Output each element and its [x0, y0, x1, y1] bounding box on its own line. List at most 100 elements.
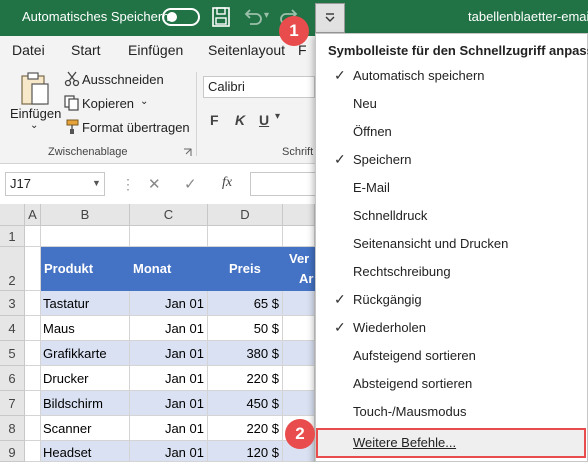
- table-cell-produkt[interactable]: Scanner: [41, 416, 130, 441]
- table-cell-monat[interactable]: Jan 01: [130, 366, 208, 391]
- table-cell-monat[interactable]: Jan 01: [130, 341, 208, 366]
- row-header[interactable]: 1: [0, 226, 25, 247]
- table-cell-produkt[interactable]: Drucker: [41, 366, 130, 391]
- menu-item[interactable]: ✓ Speichern: [316, 146, 587, 174]
- autosave-toggle[interactable]: [162, 8, 200, 26]
- font-name-box[interactable]: Calibri: [203, 76, 315, 98]
- menu-item[interactable]: Neu: [316, 90, 587, 118]
- column-header-d[interactable]: D: [208, 204, 283, 226]
- table-cell-preis[interactable]: 50 $: [208, 316, 283, 341]
- tab-seitenlayout[interactable]: Seitenlayout: [208, 42, 285, 58]
- enter-button[interactable]: ✓: [184, 175, 197, 193]
- undo-dropdown-icon[interactable]: ▾: [264, 10, 269, 21]
- cell[interactable]: [208, 226, 283, 247]
- menu-item[interactable]: Seitenansicht und Drucken: [316, 230, 587, 258]
- table-cell-monat[interactable]: Jan 01: [130, 391, 208, 416]
- menu-item[interactable]: Schnelldruck: [316, 202, 587, 230]
- table-cell-preis[interactable]: 380 $: [208, 341, 283, 366]
- cell[interactable]: [25, 341, 41, 366]
- save-icon[interactable]: [212, 7, 230, 27]
- copy-button[interactable]: Kopieren: [82, 96, 134, 111]
- cell[interactable]: [25, 416, 41, 441]
- menu-item[interactable]: ✓ Wiederholen: [316, 314, 587, 342]
- column-header-e[interactable]: [283, 204, 315, 226]
- table-cell-monat[interactable]: Jan 01: [130, 416, 208, 441]
- row-header[interactable]: 5: [0, 341, 25, 366]
- row-header[interactable]: 6: [0, 366, 25, 391]
- table-cell[interactable]: [283, 366, 315, 391]
- table-cell[interactable]: [283, 391, 315, 416]
- table-cell-preis[interactable]: 220 $: [208, 366, 283, 391]
- underline-button[interactable]: U: [259, 112, 269, 128]
- table-header-partial-line2: Ar: [299, 271, 314, 286]
- underline-dropdown-icon[interactable]: ▾: [275, 111, 280, 122]
- table-cell[interactable]: [283, 341, 315, 366]
- table-header-produkt[interactable]: Produkt: [41, 247, 130, 291]
- select-all-corner[interactable]: [0, 204, 25, 226]
- tab-start[interactable]: Start: [71, 42, 101, 58]
- cell[interactable]: [25, 247, 41, 291]
- cancel-button[interactable]: ✕: [148, 175, 161, 193]
- cell[interactable]: [283, 226, 315, 247]
- cell[interactable]: [41, 226, 130, 247]
- table-cell[interactable]: [283, 316, 315, 341]
- cell[interactable]: [130, 226, 208, 247]
- menu-item[interactable]: ✓ Automatisch speichern: [316, 62, 587, 90]
- menu-item[interactable]: Absteigend sortieren: [316, 370, 587, 398]
- row-header[interactable]: 2: [0, 247, 25, 291]
- table-cell-produkt[interactable]: Maus: [41, 316, 130, 341]
- column-header-b[interactable]: B: [41, 204, 130, 226]
- row-header[interactable]: 9: [0, 441, 25, 462]
- table-cell-monat[interactable]: Jan 01: [130, 441, 208, 462]
- customize-qat-button[interactable]: [315, 3, 345, 33]
- cell[interactable]: [25, 316, 41, 341]
- table-cell-monat[interactable]: Jan 01: [130, 316, 208, 341]
- name-box-dropdown-icon[interactable]: ▼: [92, 178, 101, 188]
- table-cell-produkt[interactable]: Headset: [41, 441, 130, 462]
- format-painter-button[interactable]: Format übertragen: [82, 120, 190, 135]
- copy-dropdown-icon[interactable]: ⌄: [140, 96, 148, 107]
- more-commands-item[interactable]: Weitere Befehle...: [316, 428, 586, 458]
- table-cell-preis[interactable]: 65 $: [208, 291, 283, 316]
- menu-item[interactable]: Aufsteigend sortieren: [316, 342, 587, 370]
- table-header-preis[interactable]: Preis: [208, 247, 283, 291]
- menu-item[interactable]: Rechtschreibung: [316, 258, 587, 286]
- table-cell-monat[interactable]: Jan 01: [130, 291, 208, 316]
- cut-button[interactable]: Ausschneiden: [82, 72, 164, 87]
- insert-function-button[interactable]: fx: [222, 175, 232, 191]
- row-header[interactable]: 3: [0, 291, 25, 316]
- tab-einfuegen[interactable]: Einfügen: [128, 42, 183, 58]
- table-cell-produkt[interactable]: Tastatur: [41, 291, 130, 316]
- name-box[interactable]: J17: [5, 172, 105, 196]
- table-cell-preis[interactable]: 120 $: [208, 441, 283, 462]
- cell[interactable]: [25, 366, 41, 391]
- tab-datei[interactable]: Datei: [12, 42, 45, 58]
- row-header[interactable]: 7: [0, 391, 25, 416]
- table-cell-produkt[interactable]: Bildschirm: [41, 391, 130, 416]
- paste-dropdown-icon[interactable]: ⌄: [30, 120, 38, 131]
- menu-item[interactable]: Öffnen: [316, 118, 587, 146]
- dialog-launcher-icon[interactable]: [183, 148, 192, 157]
- undo-icon[interactable]: [242, 6, 264, 28]
- column-header-c[interactable]: C: [130, 204, 208, 226]
- paste-button[interactable]: Einfügen: [10, 106, 61, 121]
- paste-icon[interactable]: [20, 72, 50, 106]
- table-cell-preis[interactable]: 450 $: [208, 391, 283, 416]
- table-header-partial[interactable]: Ver Ar: [283, 247, 315, 291]
- row-header[interactable]: 8: [0, 416, 25, 441]
- table-header-monat[interactable]: Monat: [130, 247, 208, 291]
- bold-button[interactable]: F: [210, 112, 219, 128]
- table-cell-preis[interactable]: 220 $: [208, 416, 283, 441]
- menu-item[interactable]: ✓ Rückgängig: [316, 286, 587, 314]
- row-header[interactable]: 4: [0, 316, 25, 341]
- cell[interactable]: [25, 226, 41, 247]
- italic-button[interactable]: K: [235, 112, 245, 128]
- cell[interactable]: [25, 291, 41, 316]
- menu-item[interactable]: E-Mail: [316, 174, 587, 202]
- cell[interactable]: [25, 391, 41, 416]
- table-cell-produkt[interactable]: Grafikkarte: [41, 341, 130, 366]
- table-cell[interactable]: [283, 291, 315, 316]
- menu-item[interactable]: Touch-/Mausmodus: [316, 398, 587, 426]
- column-header-a[interactable]: A: [25, 204, 41, 226]
- cell[interactable]: [25, 441, 41, 462]
